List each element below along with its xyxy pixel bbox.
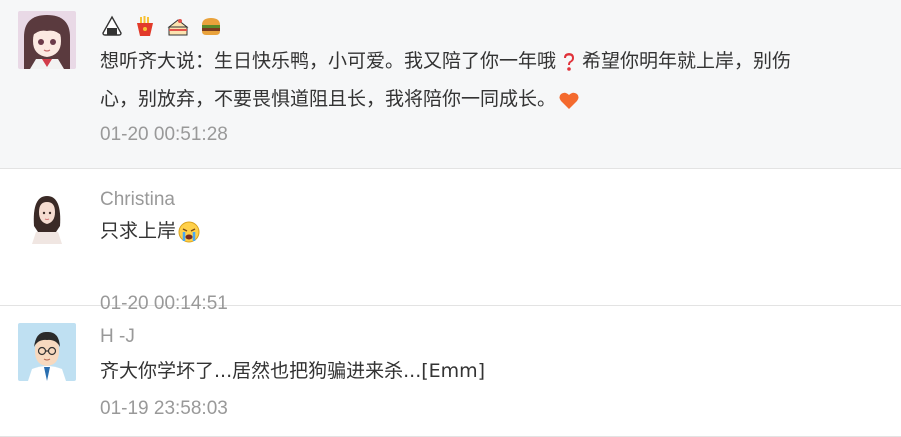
author-separator: ： — [195, 50, 215, 72]
comment-content: 想听齐大说：生日快乐鸭，小可爱。我又陪了你一年哦 希望你明年就上岸，别伤心，别放弃… — [100, 42, 870, 118]
red-question-mark-icon — [558, 51, 580, 73]
burger-icon — [199, 14, 223, 38]
comment-author[interactable]: Christina — [100, 188, 175, 212]
comment-content: 齐大你学坏了...居然也把狗骗进来杀...[Emm] — [100, 352, 870, 390]
avatar[interactable] — [18, 186, 76, 244]
crying-face-icon — [178, 221, 200, 243]
comment-author[interactable]: H -J — [100, 325, 135, 349]
comment-author[interactable]: 想听齐大说 — [100, 50, 195, 72]
cake-icon — [166, 14, 190, 38]
comment-item: Christina 只求上岸 01-20 00:14:51 — [0, 169, 901, 314]
comment-text: 心，别放弃，不要畏惧道阻且长，我将陪你一同成长。 — [100, 88, 557, 110]
comment-item: 想听齐大说：生日快乐鸭，小可爱。我又陪了你一年哦 希望你明年就上岸，别伤心，别放弃… — [0, 0, 901, 169]
comment-text: 齐大你学坏了...居然也把狗骗进来杀...[Emm] — [100, 360, 486, 382]
badge-row — [100, 14, 223, 40]
avatar[interactable] — [18, 323, 76, 381]
comment-text: 生日快乐鸭，小可爱。我又陪了你一年哦 — [214, 50, 557, 72]
comment-text: 只求上岸 — [100, 220, 177, 242]
fries-icon — [133, 14, 157, 38]
comment-time: 01-19 23:58:03 — [100, 398, 228, 419]
comment-list: 想听齐大说：生日快乐鸭，小可爱。我又陪了你一年哦 希望你明年就上岸，别伤心，别放弃… — [0, 0, 901, 437]
comment-text: 希望你明年就上岸，别伤 — [582, 50, 792, 72]
comment-content: 只求上岸 — [100, 212, 870, 250]
comment-time: 01-20 00:51:28 — [100, 124, 228, 145]
avatar[interactable] — [18, 11, 76, 69]
rice-ball-icon — [100, 14, 124, 38]
orange-heart-icon — [558, 89, 580, 111]
comment-item: H -J 齐大你学坏了...居然也把狗骗进来杀...[Emm] 01-19 23… — [0, 306, 901, 437]
